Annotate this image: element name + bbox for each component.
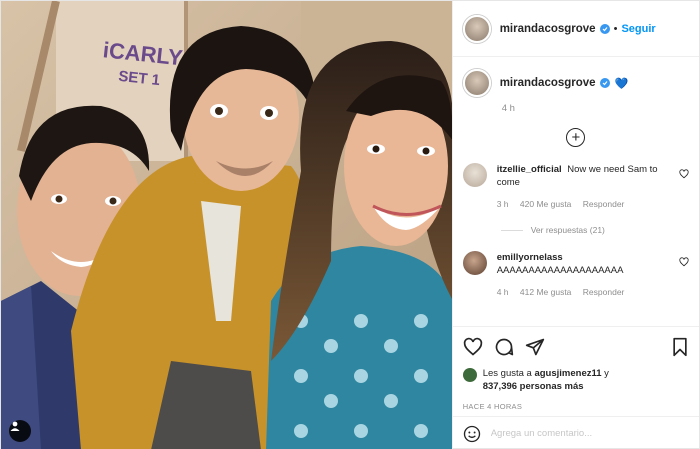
replies-line: [500, 229, 523, 231]
blue-heart-emoji: 💙: [614, 77, 629, 90]
instagram-post: iCARLY SET 1 mirandacosgrove • Seguir mi…: [0, 0, 700, 449]
selfie-illustration: iCARLY SET 1: [1, 1, 452, 449]
author-avatar[interactable]: [462, 14, 491, 43]
heart-icon[interactable]: [463, 337, 483, 357]
comment-likes[interactable]: 412 Me gusta: [520, 287, 572, 297]
add-comment-input[interactable]: [490, 428, 661, 439]
likes-others[interactable]: 837,396 personas más: [483, 381, 584, 392]
user-tag-button[interactable]: [9, 420, 31, 442]
verified-badge-icon: [599, 23, 610, 34]
comment-avatar[interactable]: [462, 251, 487, 275]
comment-text: AAAAAAAAAAAAAAAAAAAA: [496, 265, 624, 276]
comment-item: itzellie_official Now we need Sam to com…: [462, 163, 689, 211]
post-side-panel: mirandacosgrove • Seguir mirandacosgrove…: [451, 1, 699, 449]
comment-likes[interactable]: 420 Me gusta: [520, 199, 572, 209]
comment-item: emillyornelass AAAAAAAAAAAAAAAAAAAA 4 h …: [462, 251, 689, 299]
liker-username[interactable]: agusjimenez11: [534, 368, 601, 379]
caption-time: 4 h: [501, 103, 515, 114]
post-photo[interactable]: iCARLY SET 1: [1, 1, 452, 449]
comment-heart-icon[interactable]: [679, 169, 689, 179]
share-icon[interactable]: [525, 337, 545, 357]
comment-username[interactable]: emillyornelass: [497, 252, 563, 263]
comment-heart-icon[interactable]: [679, 257, 689, 267]
smiley-icon[interactable]: [463, 425, 481, 443]
comment-username[interactable]: itzellie_official: [497, 164, 562, 175]
caption-row: mirandacosgrove 💙: [462, 69, 689, 97]
liker-avatar[interactable]: [462, 368, 477, 382]
comment-icon[interactable]: [494, 337, 514, 357]
comment-time[interactable]: 3 h: [497, 199, 509, 209]
bookmark-icon[interactable]: [671, 337, 689, 357]
reply-button[interactable]: Responder: [583, 287, 625, 297]
author-username[interactable]: mirandacosgrove: [500, 23, 596, 35]
comments-section: mirandacosgrove 💙 4 h + itzellie_officia…: [453, 57, 699, 314]
comment-time[interactable]: 4 h: [497, 287, 509, 297]
comment-avatar[interactable]: [462, 163, 487, 187]
post-timestamp[interactable]: HACE 4 HORAS: [463, 402, 689, 411]
caption-username[interactable]: mirandacosgrove: [500, 77, 596, 89]
verified-badge-icon: [599, 78, 610, 88]
user-tag-icon: [10, 421, 20, 431]
view-replies[interactable]: Ver respuestas (21): [500, 225, 689, 235]
load-more-comments[interactable]: +: [463, 128, 689, 147]
caption-avatar[interactable]: [462, 69, 491, 97]
follow-button[interactable]: Seguir: [621, 23, 655, 35]
likes-joiner: y: [604, 368, 609, 379]
post-actions: Les gusta a agusjimenez11 y 837,396 pers…: [452, 326, 699, 411]
plus-circle-icon[interactable]: +: [566, 128, 586, 147]
add-comment-bar: [452, 416, 699, 449]
reply-button[interactable]: Responder: [583, 199, 625, 209]
view-replies-label[interactable]: Ver respuestas (21): [531, 225, 605, 235]
likes-prefix: Les gusta a: [482, 368, 532, 379]
header-separator: •: [613, 22, 618, 35]
post-header: mirandacosgrove • Seguir: [452, 1, 699, 57]
likes-summary: Les gusta a agusjimenez11 y 837,396 pers…: [462, 367, 689, 393]
